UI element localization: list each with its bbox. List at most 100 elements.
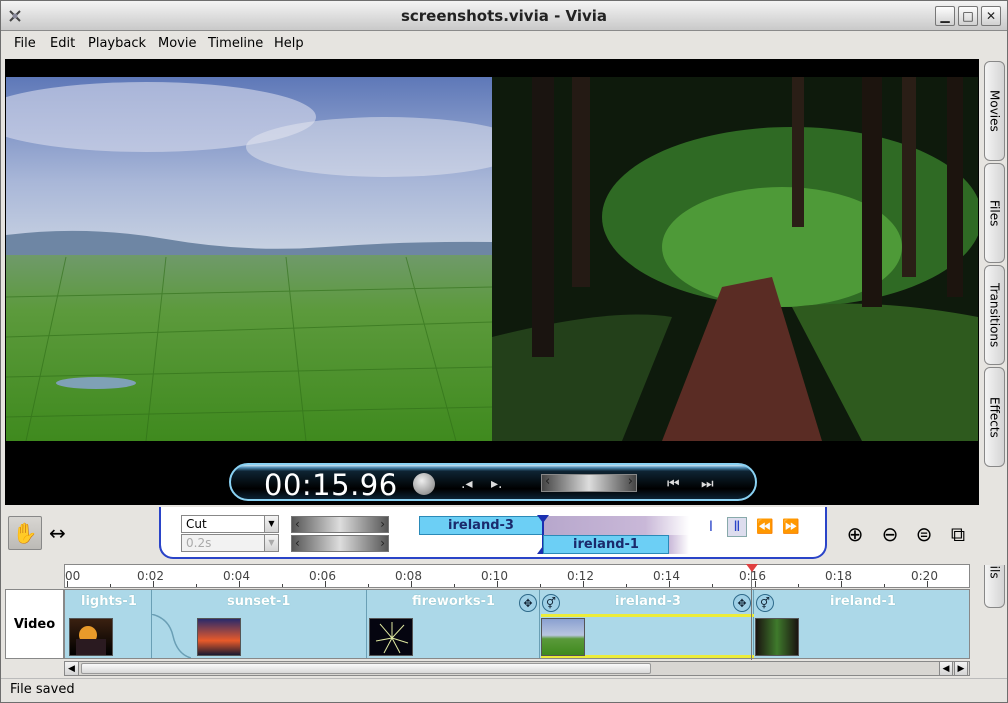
clip-separator	[366, 590, 367, 658]
chevron-left-icon: ‹	[545, 474, 551, 489]
preview-image-forest	[492, 77, 978, 441]
zoom-out-icon[interactable]: ⊖	[877, 521, 903, 547]
ruler-tick: 0:08	[395, 569, 422, 583]
video-viewer[interactable]: 00:15.96 .◂ ▸. ‹ › ⏮ ⏭	[5, 59, 979, 505]
move-horizontal-icon[interactable]: ↔	[49, 521, 66, 545]
minimize-button[interactable]: ▁	[935, 6, 955, 26]
arrow-left-icon: ◀	[942, 663, 950, 674]
chevron-down-icon: ▼	[264, 535, 278, 551]
zoom-selection-icon[interactable]: ⧉	[945, 521, 971, 547]
ruler-tickline	[110, 584, 111, 587]
fast-forward-icon[interactable]: ⏩	[781, 517, 801, 537]
transition-duration-select: 0.2s ▼	[181, 534, 279, 552]
double-cursor-icon[interactable]: Ⅱ	[727, 517, 747, 537]
ruler-tickline	[755, 581, 756, 587]
play-button[interactable]	[413, 473, 435, 495]
scroll-left-button[interactable]: ◀	[65, 662, 79, 675]
transition-type-select[interactable]: Cut ▼	[181, 515, 279, 533]
menu-movie[interactable]: Movie	[158, 36, 196, 51]
ruler-tick: 0:14	[653, 569, 680, 583]
scroll-right-button[interactable]: ▶	[954, 662, 968, 675]
transition-duration-value: 0.2s	[186, 536, 212, 550]
close-icon: ✕	[985, 9, 997, 23]
ruler-tickline	[626, 584, 627, 587]
ruler-tickline	[583, 581, 584, 587]
clip-ireland-3[interactable]: ireland-3	[615, 594, 681, 609]
ruler-tickline	[325, 581, 326, 587]
hand-tool-button[interactable]: ✋	[8, 516, 42, 550]
step-back-button[interactable]: .◂	[461, 473, 472, 495]
clip-b-fade	[669, 535, 689, 554]
ruler-tickline	[669, 581, 670, 587]
menu-playback[interactable]: Playback	[88, 36, 146, 51]
go-to-start-button[interactable]: ⏮	[667, 473, 680, 495]
scroll-left-button-end[interactable]: ◀	[939, 662, 953, 675]
transition-clip-a[interactable]: ireland-3	[419, 516, 543, 535]
zoom-fit-icon[interactable]: ⊜	[911, 521, 937, 547]
ruler-tick: 0:02	[137, 569, 164, 583]
menu-edit[interactable]: Edit	[50, 36, 75, 51]
maximize-button[interactable]: □	[958, 6, 978, 26]
ruler-tickline	[368, 584, 369, 587]
ruler-tickline	[67, 581, 68, 587]
close-button[interactable]: ✕	[981, 6, 1001, 26]
tab-transitions[interactable]: Transitions	[984, 265, 1005, 365]
menu-bar: File Edit Playback Movie Timeline Help	[1, 32, 1007, 56]
skip-end-icon: ⏭	[701, 476, 714, 492]
menu-file[interactable]: File	[14, 36, 36, 51]
preview-image-landscape	[6, 77, 492, 441]
step-back-icon: .◂	[461, 476, 473, 492]
transition-icon[interactable]: ⚥	[542, 594, 560, 612]
playhead-marker[interactable]	[746, 564, 758, 572]
menu-help[interactable]: Help	[274, 36, 304, 51]
thumbnail-ireland-3	[541, 618, 585, 656]
tab-files[interactable]: Files	[984, 163, 1005, 263]
timeline-ruler[interactable]: 00 0:02 0:04 0:06 0:08 0:10 0:12 0:14 0:…	[64, 564, 970, 588]
single-cursor-icon[interactable]: I	[701, 517, 721, 537]
menu-timeline[interactable]: Timeline	[208, 36, 263, 51]
shuttle-slider[interactable]: ‹ ›	[541, 474, 637, 492]
trim-slider-top[interactable]: ‹ ›	[291, 516, 389, 533]
rewind-icon[interactable]: ⏪	[755, 517, 775, 537]
trim-slider-bottom[interactable]: ‹ ›	[291, 535, 389, 552]
clip-sunset-1[interactable]: sunset-1	[227, 594, 290, 609]
ruler-tick: 0:12	[567, 569, 594, 583]
clip-ireland-1[interactable]: ireland-1	[830, 594, 896, 609]
ruler-tick: 0:20	[911, 569, 938, 583]
step-forward-icon: ▸.	[491, 476, 503, 492]
zoom-in-icon[interactable]: ⊕	[842, 521, 868, 547]
tab-movies[interactable]: Movies	[984, 61, 1005, 161]
title-bar: screenshots.vivia - Vivia ▁ □ ✕	[1, 1, 1007, 31]
crossfade-curve	[151, 614, 191, 658]
go-to-end-button[interactable]: ⏭	[701, 473, 714, 495]
tab-movies-label: Movies	[987, 90, 1002, 132]
ruler-tickline	[927, 581, 928, 587]
ruler-tickline	[153, 581, 154, 587]
thumbnail-ireland-1	[755, 618, 799, 656]
window-title: screenshots.vivia - Vivia	[400, 7, 608, 25]
ruler-tickline	[540, 584, 541, 587]
move-transition-icon[interactable]: ✥	[519, 594, 537, 612]
scrollbar-thumb[interactable]	[81, 663, 651, 674]
transition-clip-b[interactable]: ireland-1	[543, 535, 669, 554]
clip-fireworks-1[interactable]: fireworks-1	[412, 594, 495, 609]
ruler-tickline	[454, 584, 455, 587]
clip-separator	[539, 590, 540, 658]
minimize-icon: ▁	[940, 9, 950, 23]
chevron-down-icon: ▼	[264, 516, 278, 532]
video-track[interactable]: lights-1 sunset-1 fireworks-1 ireland-3 …	[64, 589, 970, 659]
ruler-tick: 0:10	[481, 569, 508, 583]
step-forward-button[interactable]: ▸.	[491, 473, 502, 495]
status-bar: File saved	[1, 678, 1007, 702]
video-track-label: Video	[5, 589, 64, 659]
clip-lights-1[interactable]: lights-1	[81, 594, 137, 609]
timeline-toolbar: ✋ ↔ Cut ▼ 0.2s ▼ ‹ › ‹ › ireland-3 irela…	[1, 505, 1007, 565]
ruler-tickline	[282, 584, 283, 587]
transition-icon[interactable]: ⚥	[756, 594, 774, 612]
skip-start-icon: ⏮	[667, 476, 680, 492]
move-transition-icon[interactable]: ✥	[733, 594, 751, 612]
timeline-scrollbar[interactable]: ◀ ◀ ▶	[64, 661, 970, 676]
tab-effects[interactable]: Effects	[984, 367, 1005, 467]
chevron-left-icon: ‹	[295, 536, 300, 550]
tab-files-label: Files	[987, 199, 1002, 227]
